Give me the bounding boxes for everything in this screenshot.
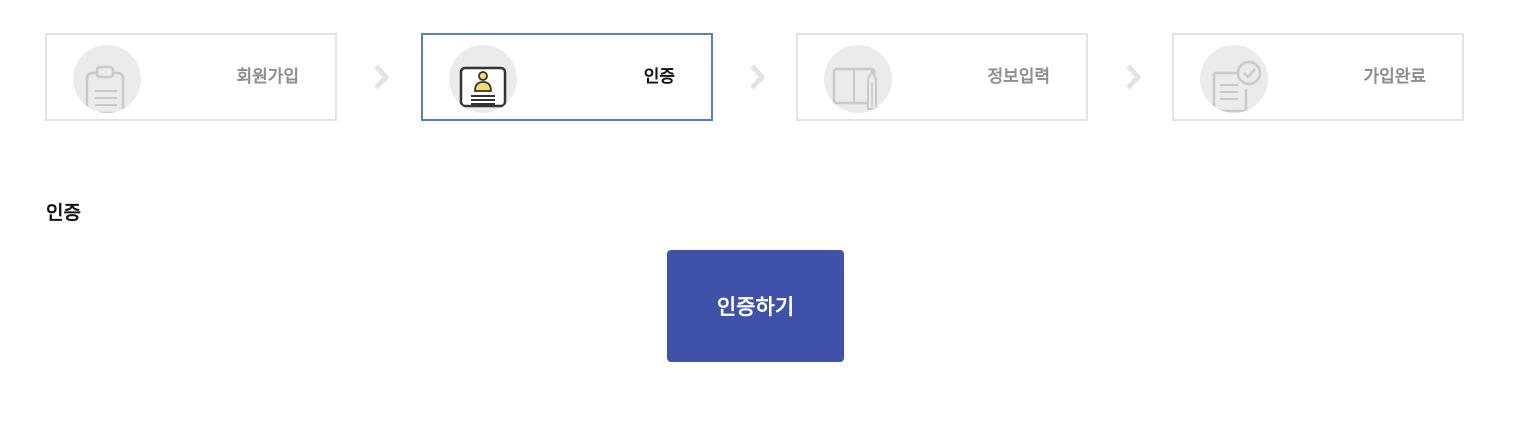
step-label-signup: 회원가입 [236,67,299,87]
document-check-icon [1200,45,1268,113]
step-complete: 가입완료 [1172,33,1464,121]
step-label-complete: 가입완료 [1363,67,1426,87]
chevron-right-icon [750,64,765,90]
clipboard-icon [73,45,141,113]
chevron-right-icon [374,64,389,90]
chevron-right-icon [1126,64,1141,90]
verify-button[interactable]: 인증하기 [667,250,844,362]
step-verification: 인증 [421,33,713,121]
step-info-entry: 정보입력 [796,33,1088,121]
signup-stepper: 회원가입 인증 정보입력 가입완료 [0,0,1513,130]
step-label-info-entry: 정보입력 [987,67,1050,87]
step-label-verification: 인증 [643,67,675,87]
id-card-icon [449,45,517,113]
step-signup: 회원가입 [45,33,337,121]
notebook-pencil-icon [824,45,892,113]
section-title: 인증 [46,202,81,224]
